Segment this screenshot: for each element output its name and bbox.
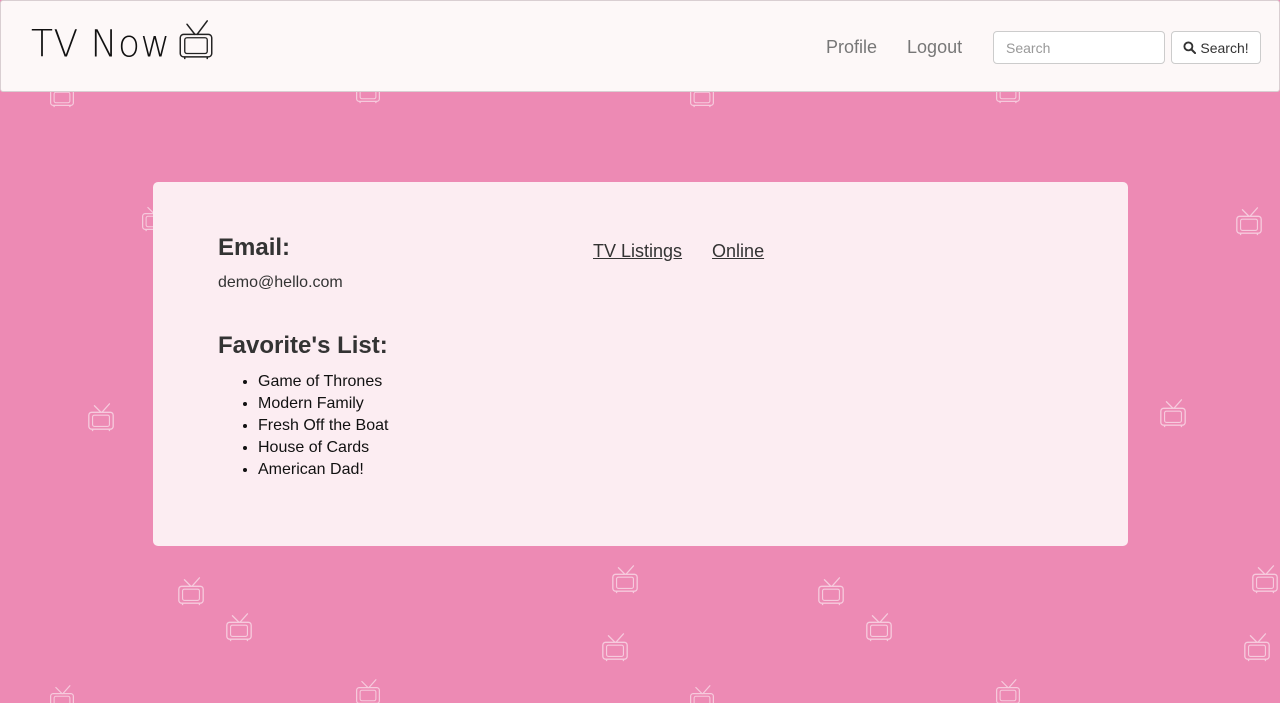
search-form: Search! [993, 31, 1261, 64]
navbar: TV Now Profile Logout Search! [0, 0, 1280, 92]
tv-pattern-icon [816, 576, 846, 606]
email-heading: Email: [218, 234, 291, 261]
tv-pattern-icon [86, 402, 116, 432]
nav-links: Profile Logout [826, 37, 962, 58]
tv-pattern-icon [688, 684, 716, 703]
list-item: American Dad! [258, 459, 388, 481]
tv-pattern-icon [48, 684, 76, 703]
tv-pattern-icon [1242, 632, 1272, 662]
tv-pattern-icon [354, 678, 382, 703]
tv-icon [179, 20, 213, 60]
search-button-label: Search! [1200, 39, 1249, 56]
tabs: TV Listings Online [593, 241, 764, 262]
brand-name: TV Now [31, 22, 171, 66]
tv-pattern-icon [600, 632, 630, 662]
tab-tv-listings[interactable]: TV Listings [593, 241, 682, 262]
profile-card: Email: demo@hello.com Favorite's List: G… [153, 182, 1128, 546]
email-value: demo@hello.com [218, 274, 343, 291]
list-item: Modern Family [258, 393, 388, 415]
logout-link[interactable]: Logout [907, 37, 962, 58]
tab-online[interactable]: Online [712, 241, 764, 262]
profile-link[interactable]: Profile [826, 37, 877, 58]
list-item: House of Cards [258, 437, 388, 459]
search-button[interactable]: Search! [1171, 31, 1261, 64]
tv-pattern-icon [1234, 206, 1264, 236]
search-input[interactable] [993, 31, 1165, 64]
tv-pattern-icon [224, 612, 254, 642]
list-item: Fresh Off the Boat [258, 415, 388, 437]
favorites-list: Game of Thrones Modern Family Fresh Off … [258, 371, 388, 481]
tv-pattern-icon [610, 564, 640, 594]
tv-pattern-icon [1250, 564, 1280, 594]
tv-pattern-icon [864, 612, 894, 642]
search-icon [1183, 41, 1197, 54]
tv-pattern-icon [994, 678, 1022, 703]
tv-pattern-icon [1158, 398, 1188, 428]
tv-pattern-icon [176, 576, 206, 606]
brand-logo[interactable]: TV Now [31, 19, 214, 63]
favorites-heading: Favorite's List: [218, 332, 388, 359]
list-item: Game of Thrones [258, 371, 388, 393]
